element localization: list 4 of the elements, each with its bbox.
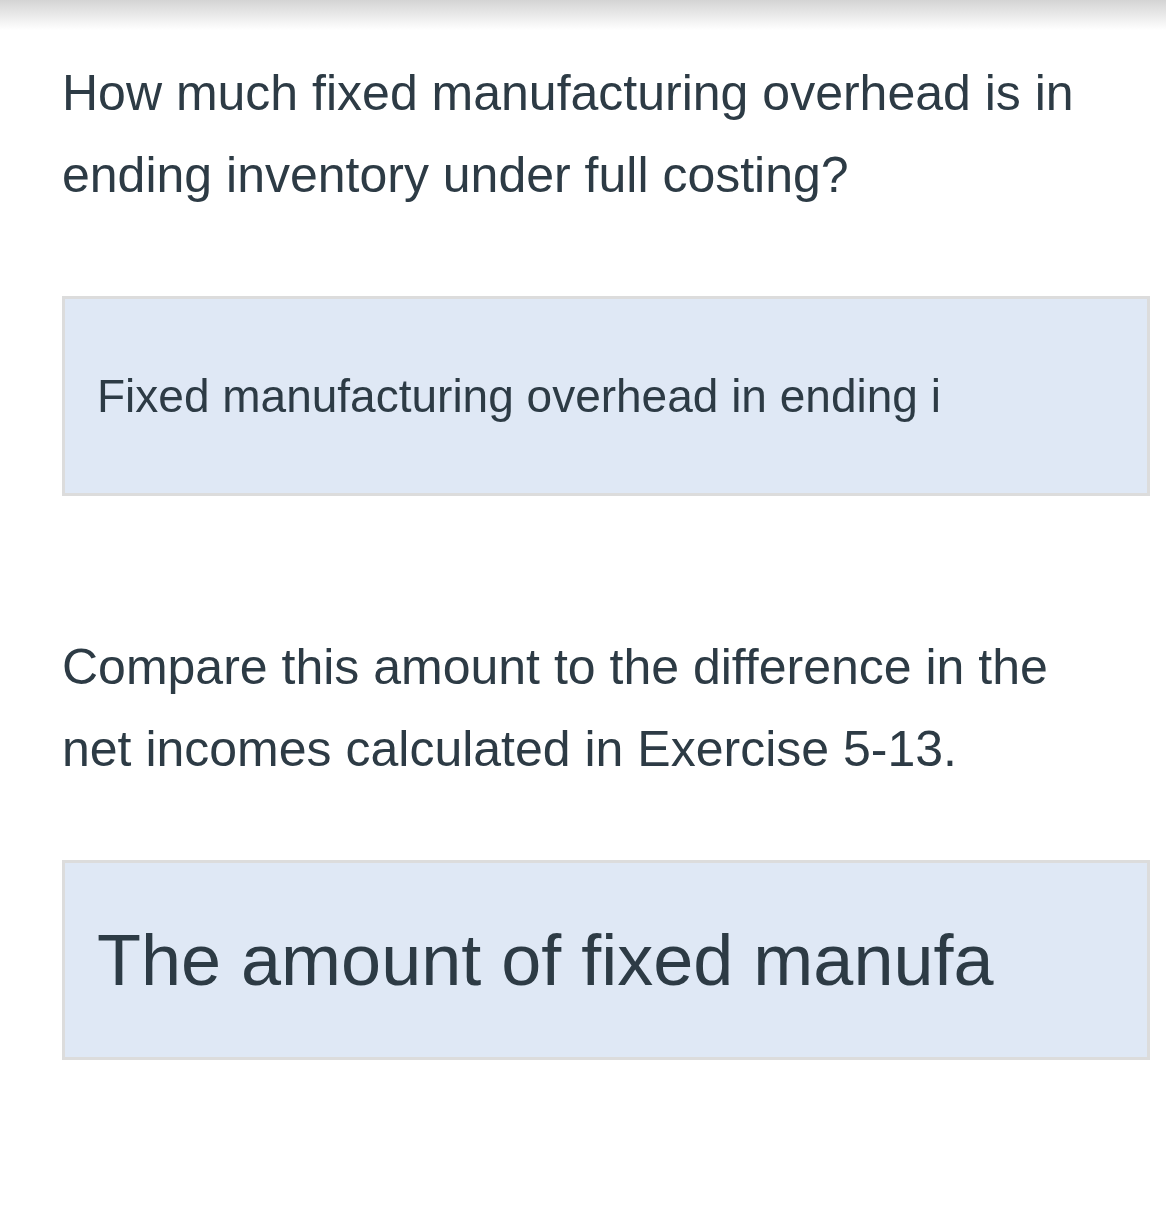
answer-field[interactable]: Fixed manufacturing overhead in ending i <box>62 296 1150 496</box>
question-text: How much fixed manufacturing overhead is in ending inventory under full costing? <box>62 64 1075 205</box>
question-text: Compare this amount to the difference in the net incomes calculated in Exercise 5-13. <box>62 638 1049 779</box>
answer-field[interactable]: The amount of fixed manufa <box>62 860 1150 1060</box>
